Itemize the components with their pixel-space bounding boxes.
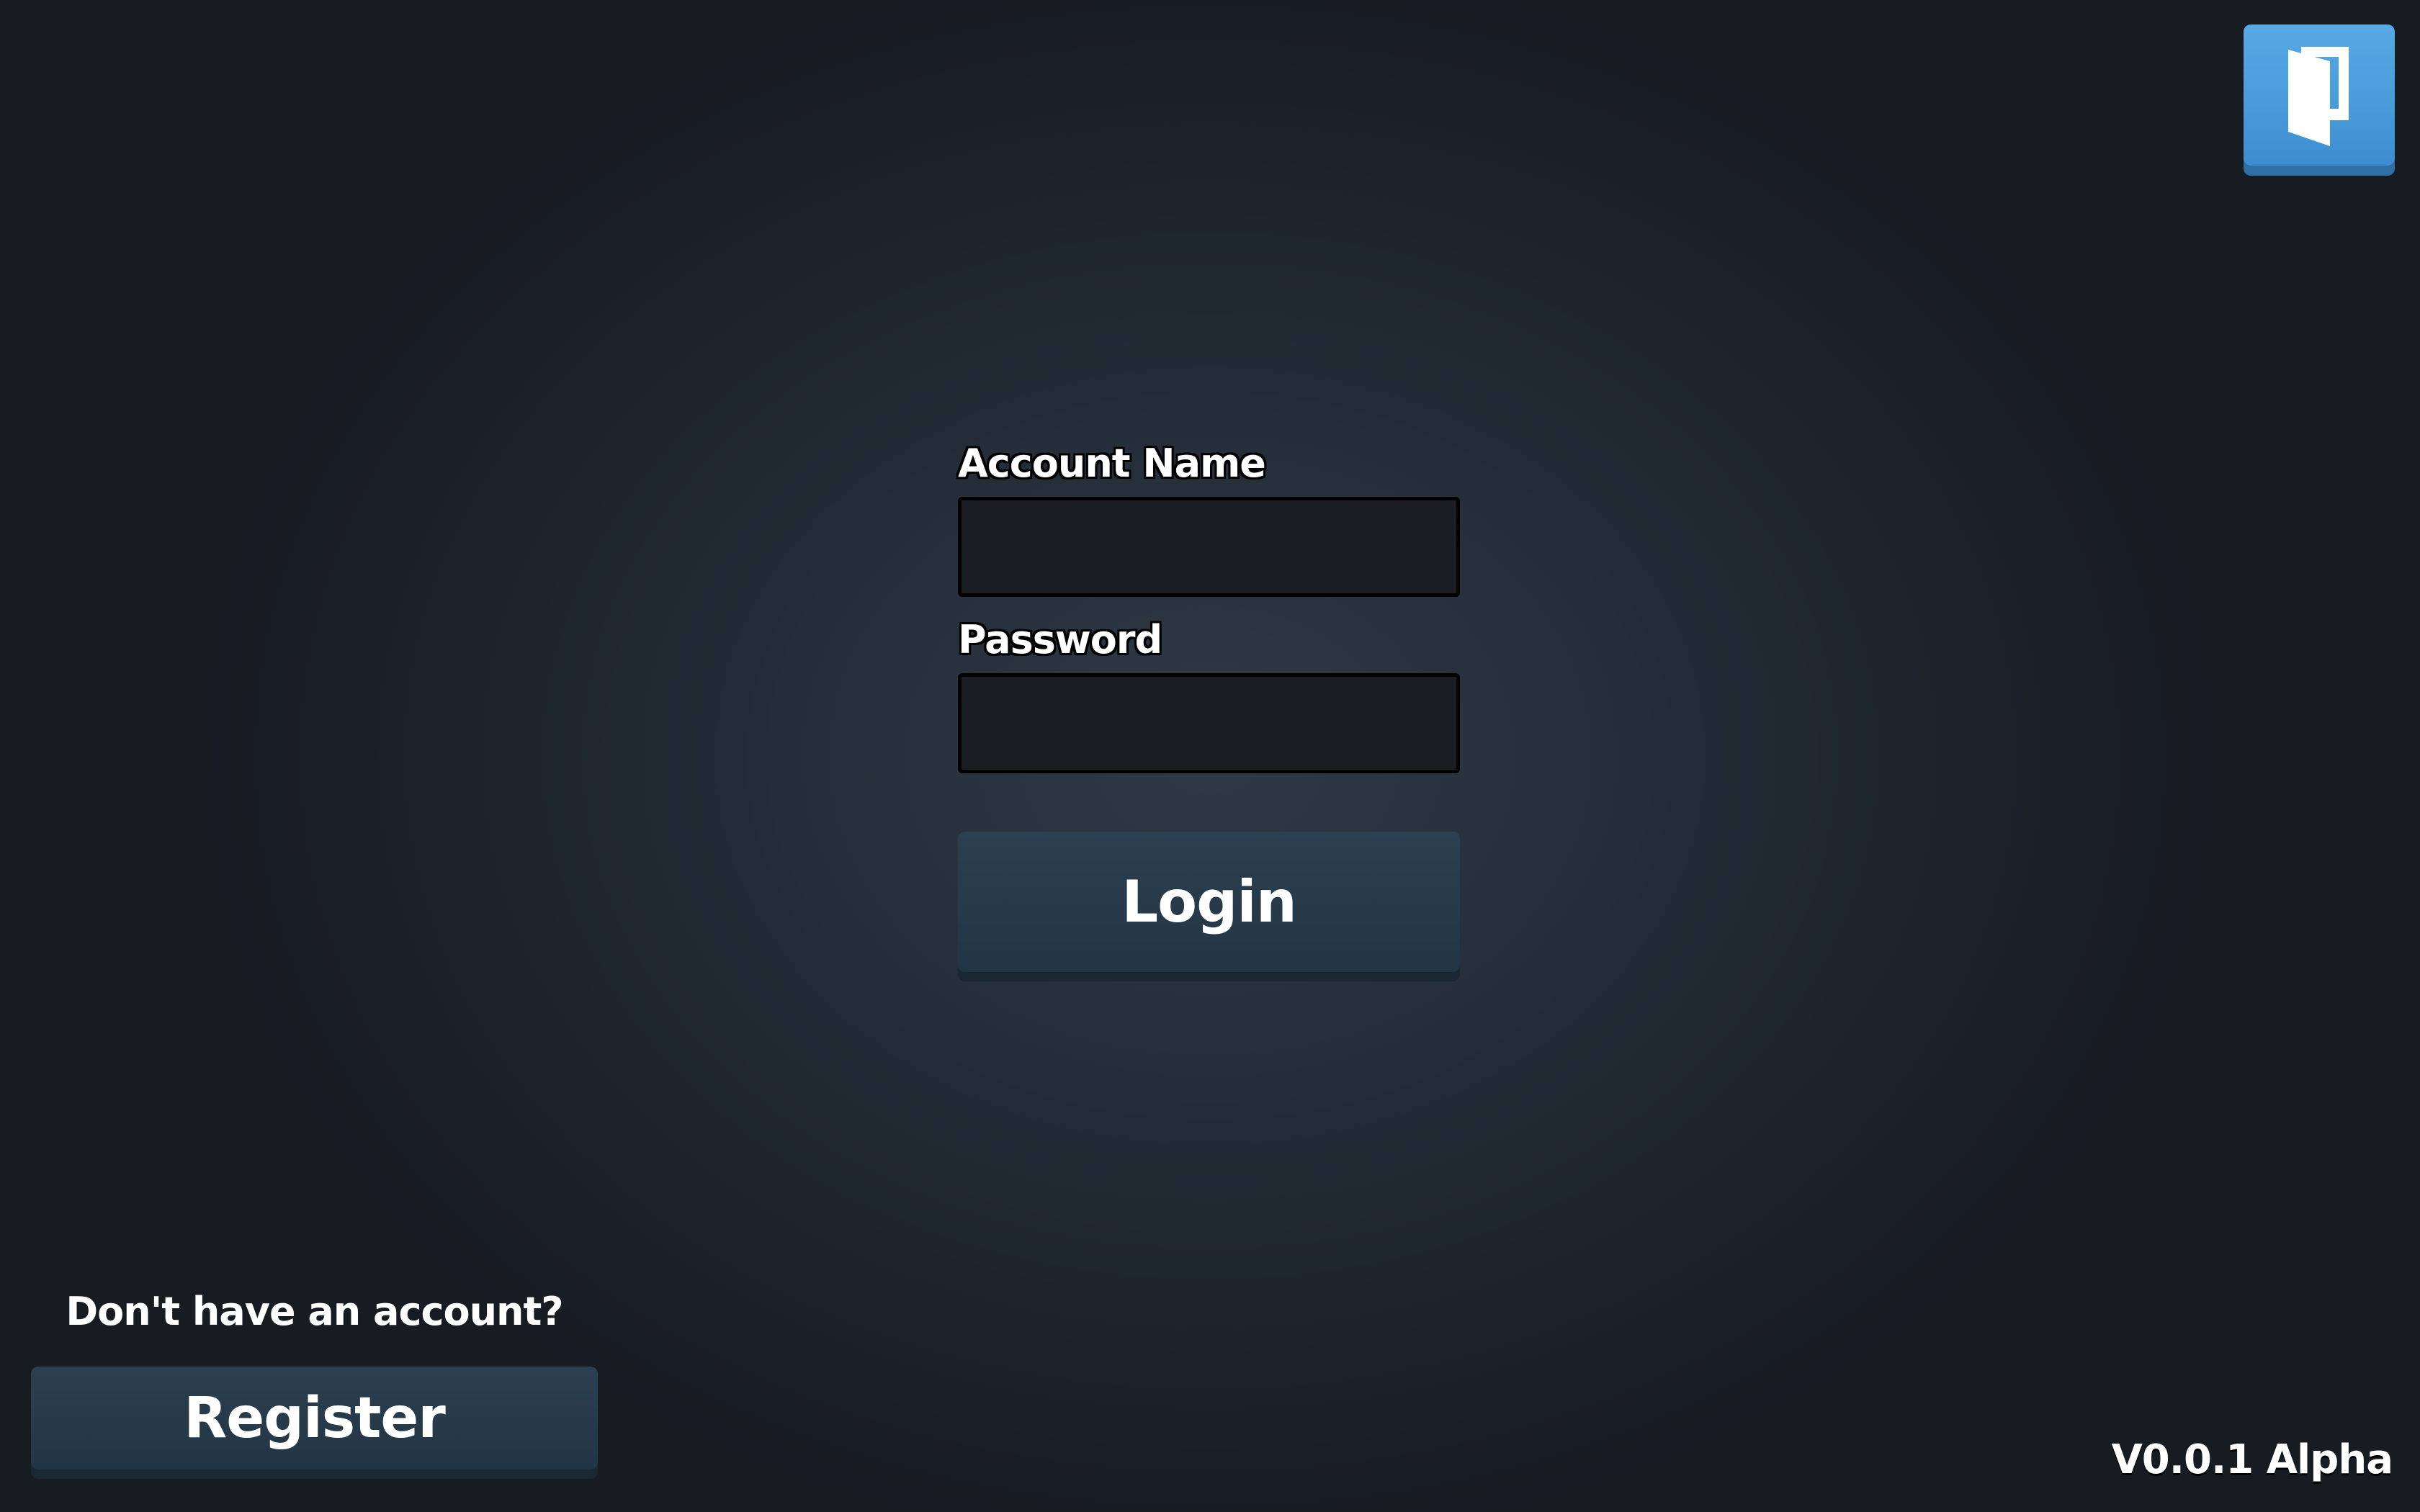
- door-exit-icon: [2288, 47, 2349, 146]
- version-label: V0.0.1 Alpha: [2111, 1436, 2393, 1483]
- login-button[interactable]: Login: [958, 832, 1460, 972]
- register-button[interactable]: Register: [31, 1367, 598, 1470]
- exit-button[interactable]: [2244, 24, 2395, 166]
- account-name-label: Account Name: [958, 441, 1266, 486]
- password-label: Password: [958, 617, 1162, 662]
- password-input[interactable]: [958, 673, 1460, 773]
- register-prompt: Don't have an account?: [66, 1289, 563, 1334]
- account-name-input[interactable]: [958, 497, 1460, 597]
